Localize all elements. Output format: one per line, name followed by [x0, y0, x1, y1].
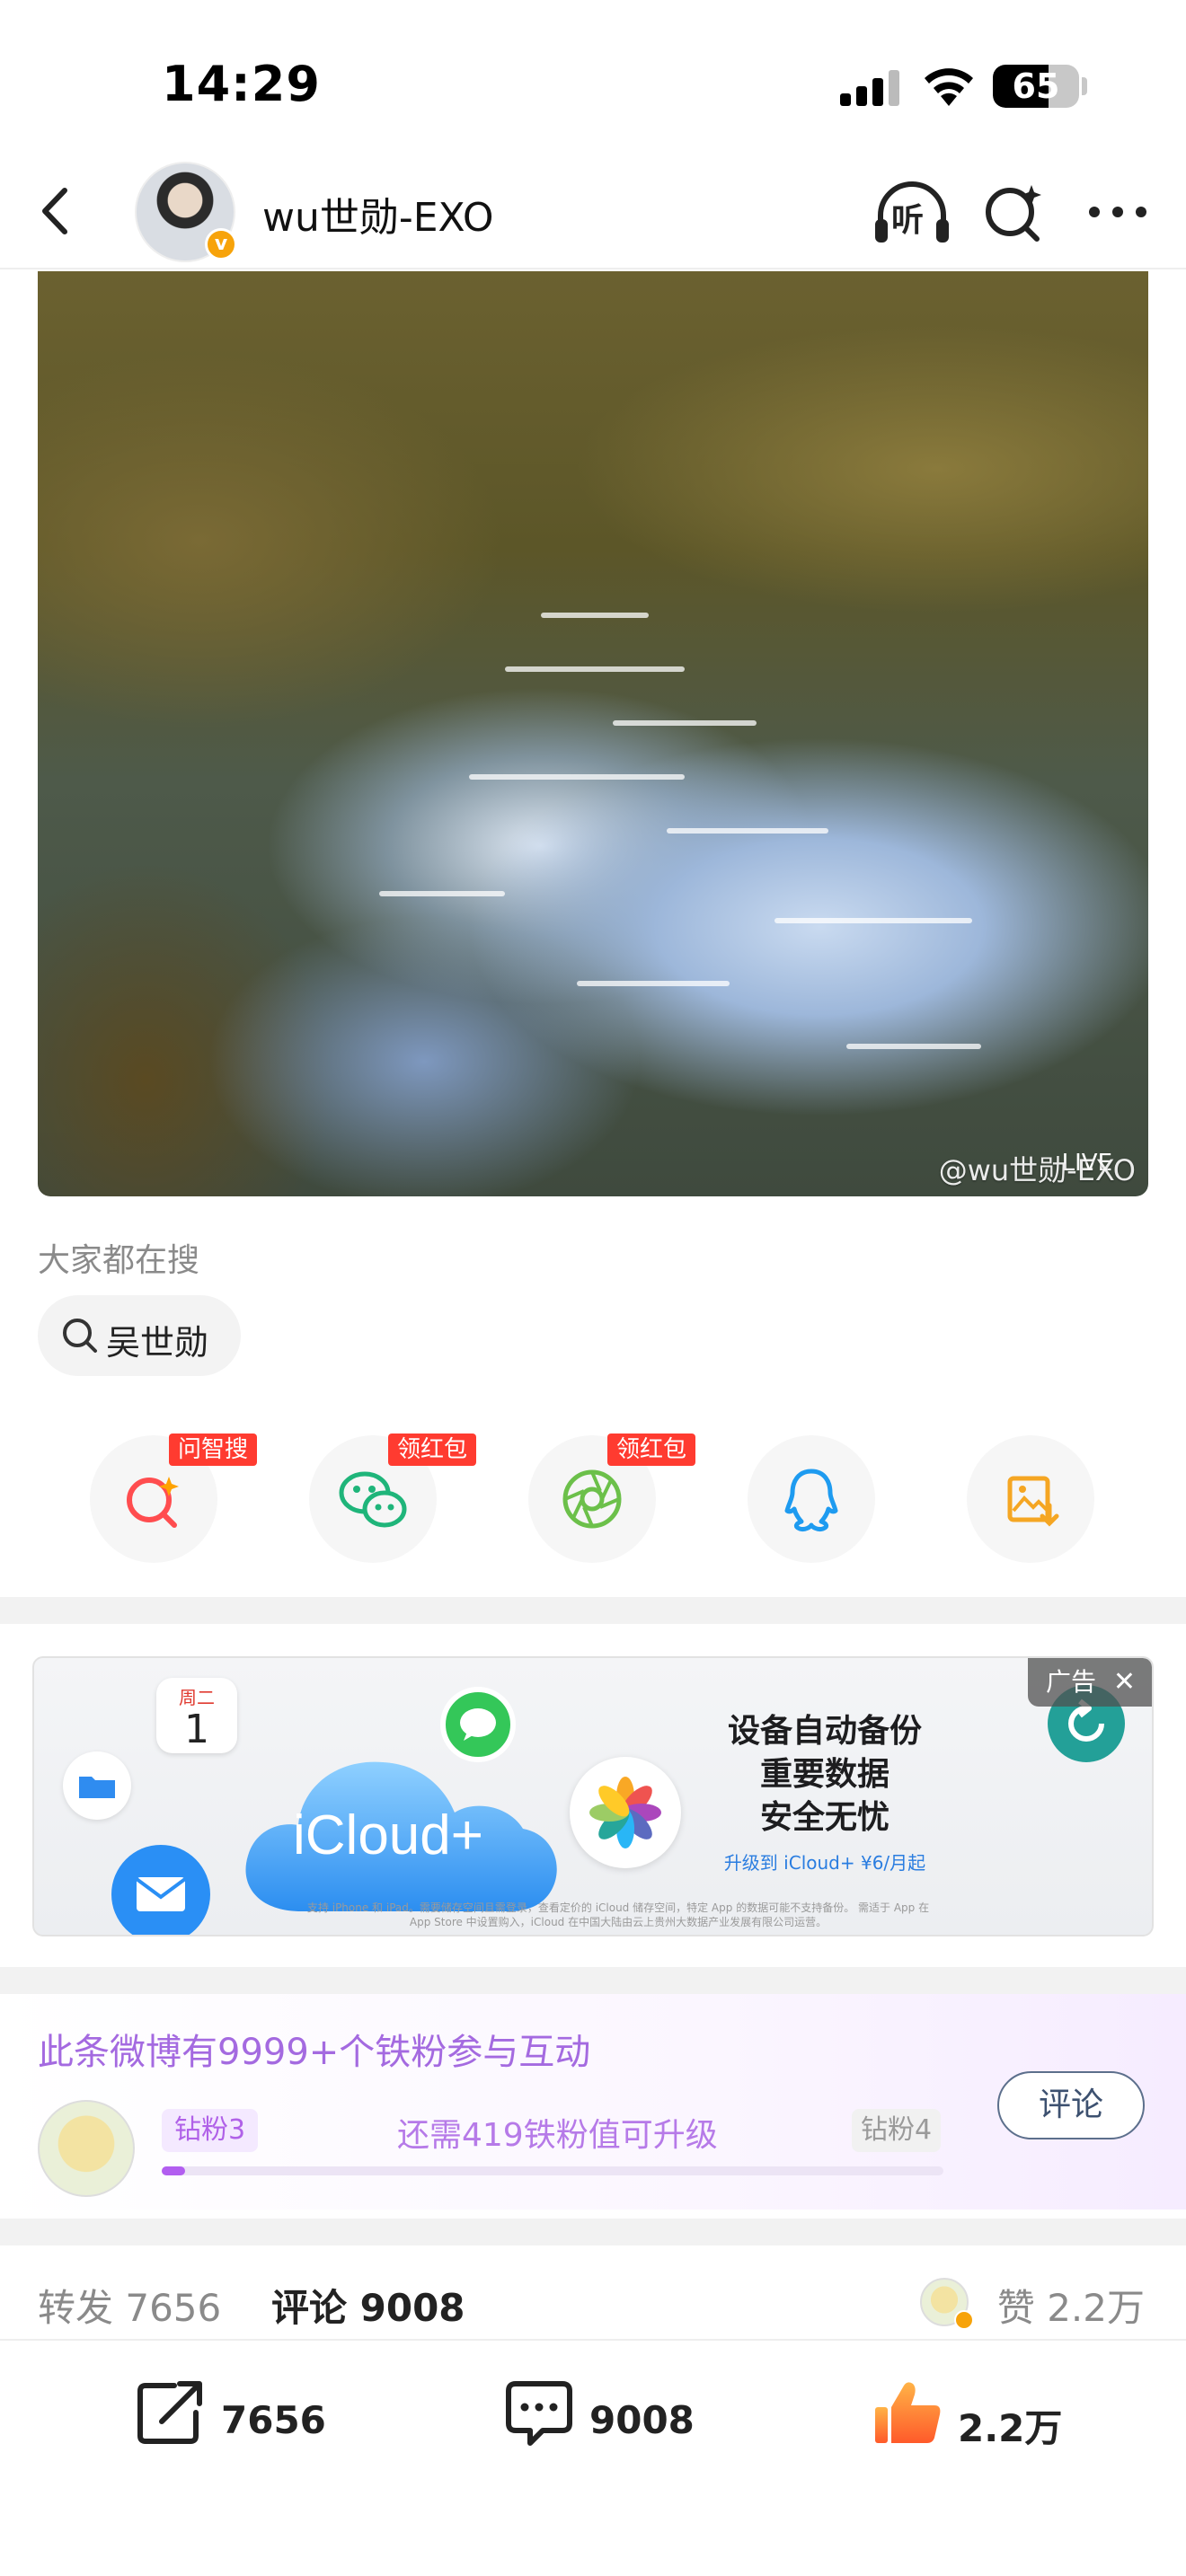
- trending-search-label: 吴世勋: [106, 1323, 209, 1363]
- current-fan-level: 钻粉3: [162, 2109, 259, 2152]
- folder-icon: [79, 1777, 115, 1798]
- mail-app-icon: [111, 1845, 210, 1935]
- battery-icon: 65: [993, 65, 1079, 108]
- trending-search-heading: 大家都在搜: [38, 1242, 200, 1279]
- ad-close-icon[interactable]: ✕: [1113, 1658, 1136, 1707]
- tab-repost[interactable]: 转发 7656: [38, 2278, 221, 2333]
- comment-count: 9008: [589, 2398, 695, 2442]
- status-time: 14:29: [162, 56, 321, 112]
- repost-count: 7656: [221, 2398, 326, 2442]
- nav-bar: v wu世勋-EXO 听: [0, 153, 1186, 269]
- water-ripple: [667, 828, 828, 834]
- calendar-number: 1: [184, 1707, 209, 1752]
- cellular-signal-icon: [840, 70, 899, 106]
- water-ripple: [774, 918, 972, 923]
- verified-badge-icon: v: [205, 228, 237, 260]
- fan-progress-bar: [162, 2166, 943, 2175]
- iron-fan-title[interactable]: 此条微博有9999+个铁粉参与互动: [38, 2023, 590, 2075]
- ad-headline: 设备自动备份 重要数据 安全无忧: [717, 1710, 933, 1839]
- calendar-app-icon: 周二 1: [156, 1678, 237, 1753]
- trending-search-chip[interactable]: 吴世勋: [38, 1295, 241, 1376]
- author-avatar[interactable]: v: [135, 162, 237, 262]
- calendar-day: 周二: [179, 1687, 215, 1708]
- post-photo[interactable]: LIVE @wu世勋-EXO: [38, 271, 1148, 1196]
- fan-upgrade-message: 还需419铁粉值可升级: [397, 2117, 718, 2154]
- more-options-icon[interactable]: [1082, 187, 1154, 237]
- share-tag-moments: 领红包: [607, 1434, 696, 1466]
- section-divider: [0, 1597, 1186, 1624]
- icloud-label: iCloud+: [293, 1804, 483, 1866]
- ad-headline-line: 安全无忧: [759, 1799, 890, 1836]
- share-save-image-button[interactable]: [967, 1435, 1094, 1563]
- ad-banner[interactable]: 周二 1 iCloud+ 设备自动备份 重要数据 安全无忧 升级到 iCloud…: [32, 1656, 1154, 1936]
- thumbs-up-icon: [875, 2382, 941, 2443]
- ai-spark-search-icon[interactable]: [981, 180, 1046, 244]
- ad-label-text: 广告: [1046, 1667, 1097, 1697]
- fan-progress-fill: [162, 2166, 186, 2175]
- ad-headline-line: 重要数据: [759, 1756, 890, 1793]
- like-button[interactable]: 2.2万: [872, 2377, 1078, 2457]
- ad-headline-line: 设备自动备份: [727, 1713, 922, 1750]
- user-avatar[interactable]: [38, 2100, 135, 2197]
- comment-bubble-icon: [506, 2381, 572, 2446]
- author-name[interactable]: wu世勋-EXO: [262, 185, 494, 243]
- share-tag-wechat: 领红包: [388, 1434, 477, 1466]
- comment-button[interactable]: 评论: [997, 2071, 1145, 2139]
- ad-fine-print: 支持 iPhone 和 iPad。需要储存空间且需登录，查看定价的 iCloud…: [306, 1901, 930, 1928]
- bottom-action-bar: 7656 9008 2.2万: [0, 2339, 1186, 2576]
- files-app-icon: [63, 1751, 131, 1820]
- back-arrow-icon[interactable]: [25, 180, 88, 243]
- listen-label: 听: [891, 202, 925, 239]
- messages-app-icon: [440, 1687, 516, 1762]
- status-bar: 14:29 65: [0, 0, 1186, 153]
- water-ripple: [505, 666, 685, 672]
- photo-watermark: @wu世勋-EXO: [938, 1153, 1136, 1187]
- water-ripple: [541, 613, 649, 618]
- tab-comment[interactable]: 评论 9008: [271, 2278, 465, 2333]
- save-image-icon: [1007, 1476, 1059, 1527]
- repost-icon: [137, 2381, 202, 2444]
- tab-like[interactable]: 赞 2.2万: [997, 2278, 1145, 2333]
- water-ripple: [577, 981, 730, 986]
- section-divider: [0, 2219, 1186, 2245]
- ad-subline: 升级到 iCloud+ ¥6/月起: [723, 1852, 926, 1874]
- comment-action-button[interactable]: 9008: [503, 2377, 710, 2457]
- share-qq-button[interactable]: [748, 1435, 875, 1563]
- next-fan-level: 钻粉4: [852, 2109, 942, 2152]
- section-divider: [0, 1967, 1186, 1994]
- wifi-icon: [925, 68, 973, 106]
- repost-button[interactable]: 7656: [135, 2377, 341, 2457]
- search-icon: [63, 1319, 97, 1353]
- listen-button[interactable]: 听: [873, 178, 951, 246]
- water-ripple: [379, 891, 505, 896]
- qq-icon: [784, 1469, 838, 1531]
- water-ripple: [613, 720, 757, 726]
- chat-bubble-icon: [460, 1708, 496, 1741]
- envelope-icon: [135, 1877, 187, 1911]
- water-ripple: [846, 1044, 981, 1049]
- battery-cap: [1082, 77, 1087, 95]
- photos-app-icon: [570, 1757, 681, 1868]
- battery-level: 65: [1012, 66, 1060, 106]
- verified-badge-icon: [954, 2310, 974, 2330]
- like-count: 2.2万: [958, 2406, 1063, 2450]
- share-tag-ai-search: 问智搜: [169, 1434, 258, 1466]
- photos-flower-icon: [589, 1777, 661, 1848]
- water-ripple: [469, 774, 685, 780]
